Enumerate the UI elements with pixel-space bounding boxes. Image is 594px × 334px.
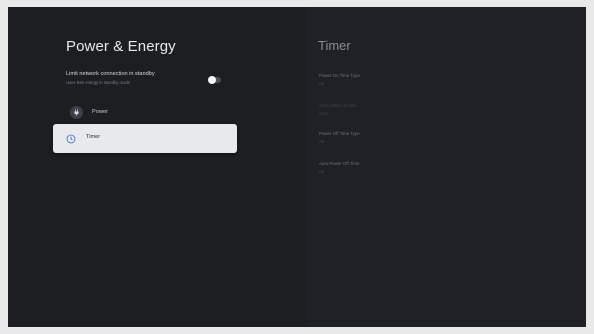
power-plug-icon <box>70 106 83 119</box>
standby-network-toggle[interactable] <box>208 76 221 84</box>
menu-item-label: Timer <box>86 134 101 140</box>
detail-label: Power On Time Type <box>319 73 360 78</box>
settings-menu-panel: Power & Energy Limit network connection … <box>8 7 308 327</box>
detail-power-off-time-type[interactable]: Power Off Time Type Off <box>319 131 360 144</box>
toggle-knob <box>208 76 216 84</box>
detail-label: Power Off Time Type <box>319 131 360 136</box>
detail-value: 00:00 <box>319 112 328 116</box>
panel-title: Power & Energy <box>66 38 176 55</box>
clock-icon <box>64 132 77 145</box>
detail-auto-power-on-time: Auto power on time 00:00 <box>319 103 357 116</box>
detail-label: Auto power on time <box>319 103 357 108</box>
standby-network-setting[interactable]: Limit network connection in standby Uses… <box>66 71 226 95</box>
detail-label: Auto Power Off Time <box>319 161 360 166</box>
detail-power-on-time-type[interactable]: Power On Time Type Off <box>319 73 360 86</box>
detail-value: Off <box>319 82 324 86</box>
setting-subtitle: Uses less energy in standby mode <box>66 80 131 85</box>
menu-item-label: Power <box>92 109 108 115</box>
details-title: Timer <box>318 38 351 53</box>
detail-value: Off <box>319 170 324 174</box>
timer-details-panel: Timer Power On Time Type Off Auto power … <box>308 7 586 327</box>
detail-value: Off <box>319 140 324 144</box>
menu-item-timer[interactable]: Timer <box>53 124 237 153</box>
setting-title: Limit network connection in standby <box>66 71 155 77</box>
detail-auto-power-off-time[interactable]: Auto Power Off Time Off <box>319 161 359 174</box>
tv-settings-screen: Power & Energy Limit network connection … <box>8 7 586 327</box>
